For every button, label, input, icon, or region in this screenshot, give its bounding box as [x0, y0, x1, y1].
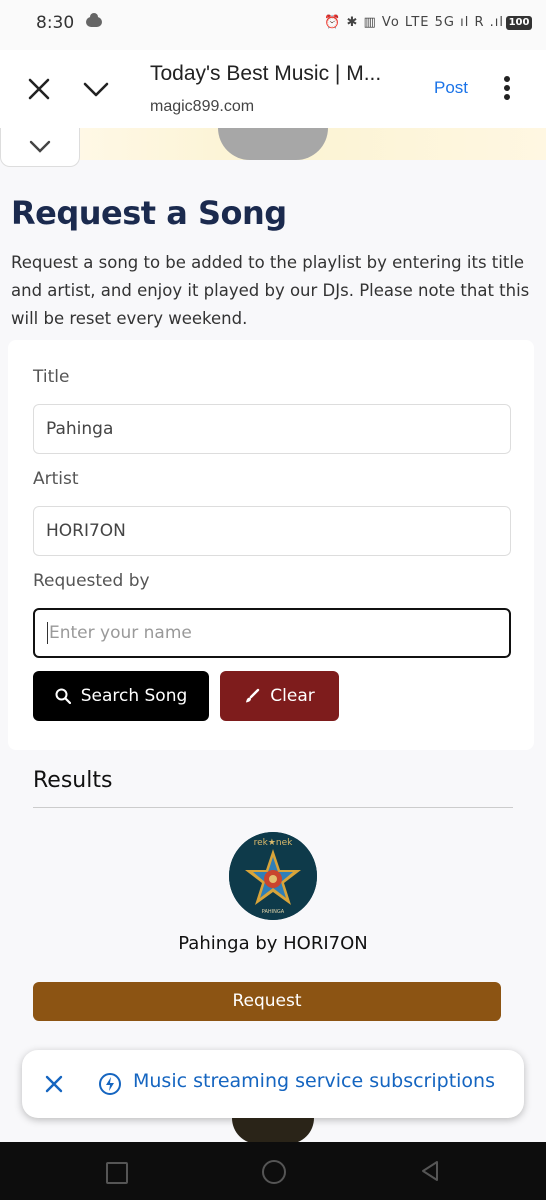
artist-label: Artist: [33, 469, 79, 489]
search-song-button[interactable]: Search Song: [33, 671, 209, 721]
album-caption: PAHINGA: [261, 909, 285, 915]
requested-by-label: Requested by: [33, 571, 150, 591]
brush-icon: [246, 688, 260, 703]
requested-by-placeholder: Enter your name: [49, 623, 192, 643]
album-disc-image: [232, 1118, 314, 1144]
chevron-down-icon: [29, 140, 51, 153]
status-icons: ⏰ ✱ ▥ Vo LTE 5G ıl R .ıl: [324, 15, 504, 30]
status-time: 8:30: [36, 13, 75, 33]
title-label: Title: [33, 367, 70, 387]
post-button[interactable]: Post: [434, 78, 468, 98]
snackbar-text[interactable]: Music streaming service subscriptions: [133, 1070, 495, 1092]
close-icon[interactable]: [44, 1074, 64, 1094]
chevron-down-icon[interactable]: [82, 80, 110, 100]
song-result-text: Pahinga by HORI7ON: [178, 933, 368, 954]
recents-icon[interactable]: [106, 1162, 128, 1184]
artist-field[interactable]: HORI7ON: [33, 506, 511, 556]
suggestion-snackbar[interactable]: Music streaming service subscriptions: [22, 1050, 524, 1118]
close-icon[interactable]: [26, 76, 52, 102]
browser-toolbar: Today's Best Music | M... magic899.com P…: [0, 50, 546, 129]
more-options-icon[interactable]: [500, 76, 514, 104]
battery-icon: 100: [506, 16, 532, 30]
results-divider: [33, 807, 513, 808]
results-title: Results: [33, 768, 113, 793]
clear-label: Clear: [270, 686, 315, 706]
back-icon[interactable]: [420, 1160, 440, 1182]
text-caret: [47, 622, 48, 644]
intro-text: Request a song to be added to the playli…: [11, 253, 530, 328]
page-title: Today's Best Music | M...: [150, 62, 382, 85]
album-art[interactable]: rek★nek PAHINGA: [229, 832, 317, 920]
album-disc-image: [218, 128, 328, 160]
status-bar: 8:30 ⏰ ✱ ▥ Vo LTE 5G ıl R .ıl 100: [0, 0, 546, 50]
home-icon[interactable]: [262, 1160, 286, 1184]
album-logo-text: rek★nek: [253, 838, 293, 848]
lightning-icon: [99, 1073, 121, 1095]
request-button[interactable]: Request: [33, 982, 501, 1021]
title-field[interactable]: Pahinga: [33, 404, 511, 454]
search-song-label: Search Song: [80, 686, 188, 706]
requested-by-field[interactable]: Enter your name: [33, 608, 511, 658]
collapse-button[interactable]: [0, 128, 80, 167]
cloud-icon: [86, 13, 102, 27]
search-icon: [55, 688, 71, 704]
page-heading: Request a Song: [11, 194, 287, 232]
clear-button[interactable]: Clear: [220, 671, 339, 721]
page-url: magic899.com: [150, 98, 255, 115]
